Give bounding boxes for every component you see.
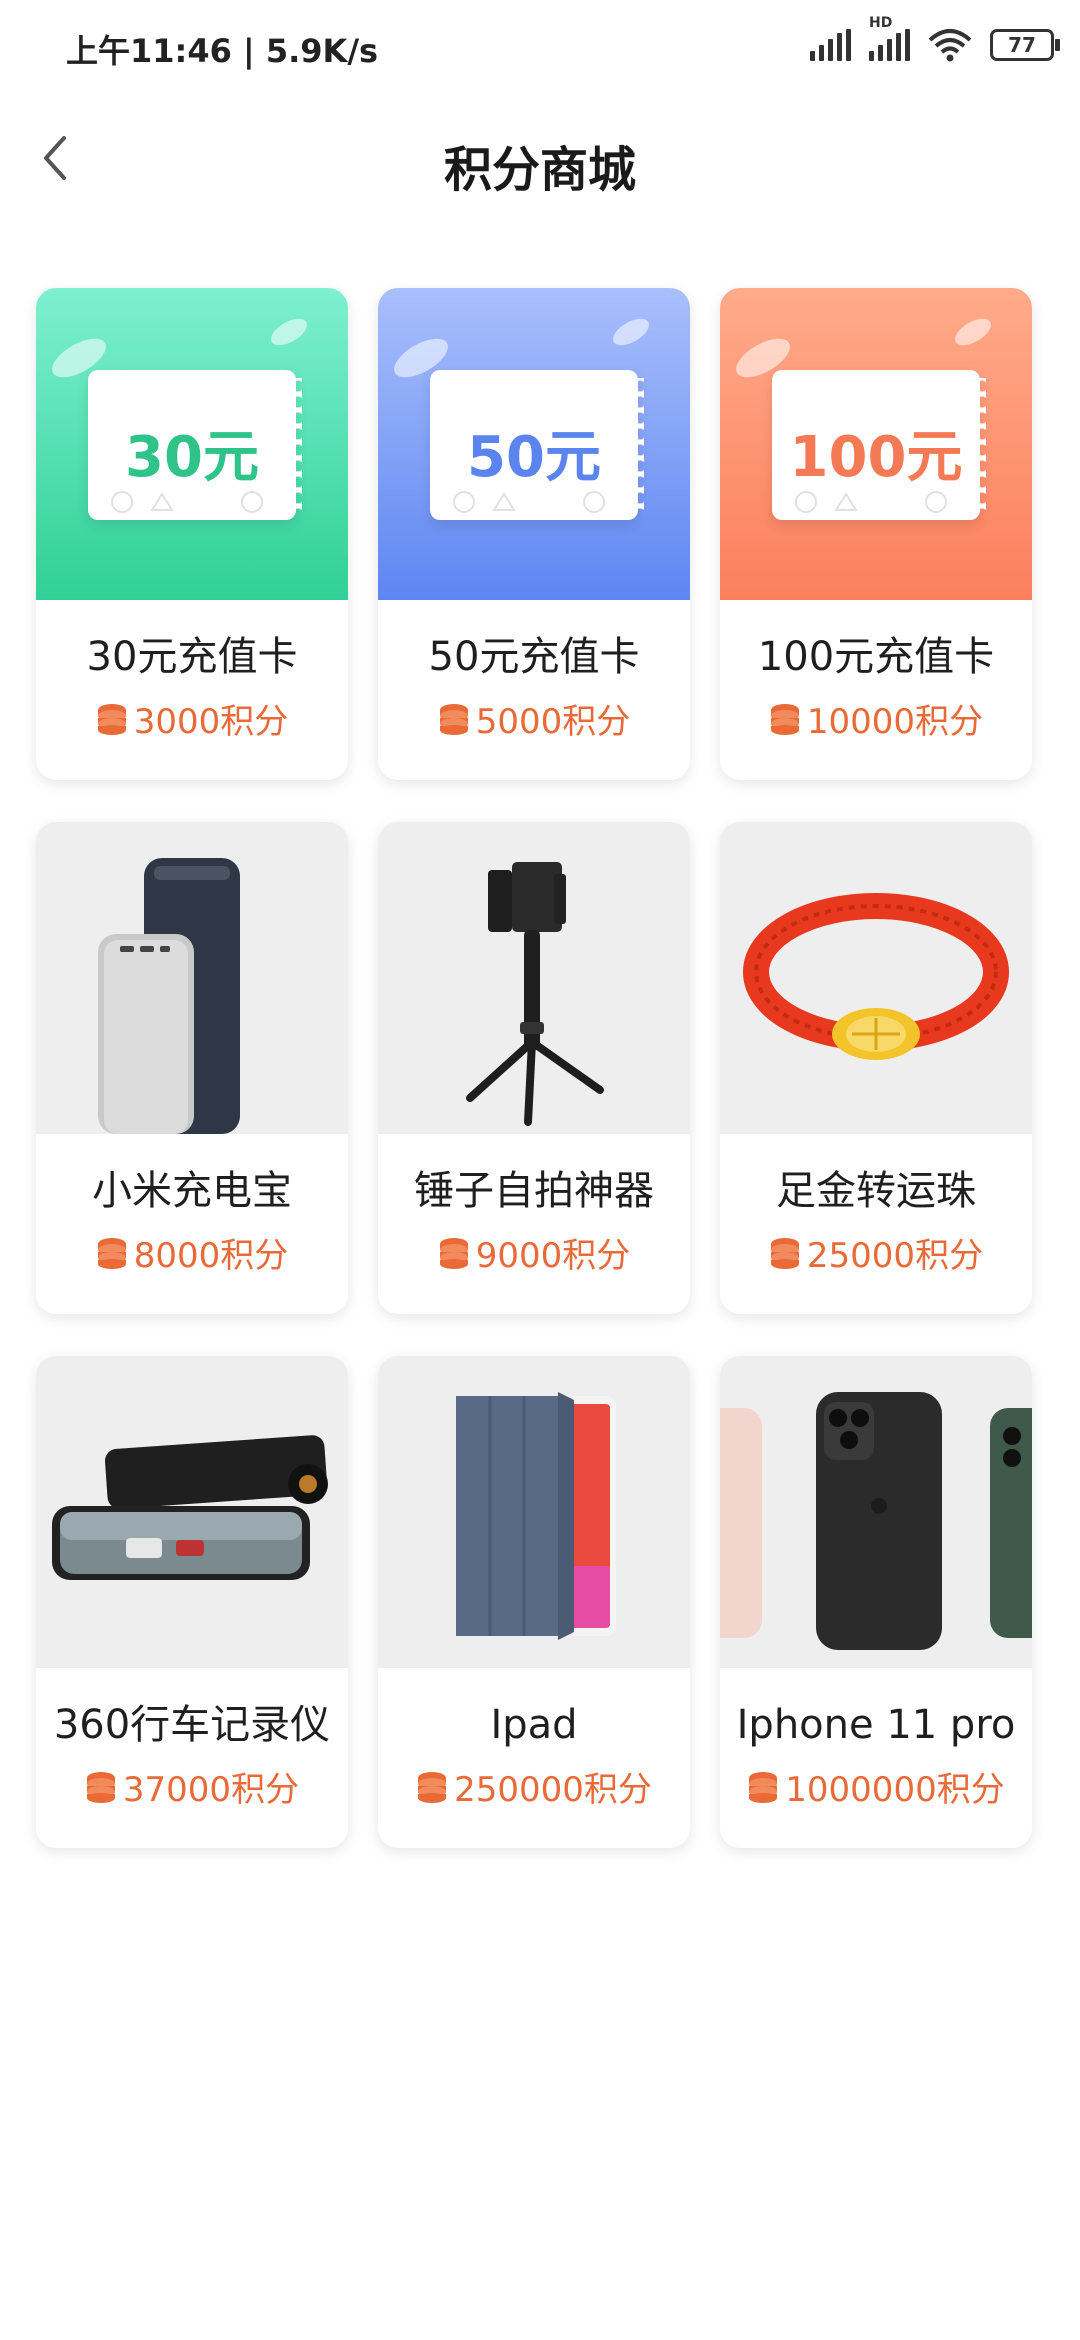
product-price: 3000积分	[36, 694, 348, 743]
points-label: 9000积分	[475, 1236, 631, 1276]
coins-icon	[770, 1237, 799, 1269]
product-price: 9000积分	[378, 1228, 690, 1277]
page-title: 积分商城	[443, 142, 636, 198]
product-card[interactable]: 足金转运珠 25000积分	[720, 822, 1032, 1314]
product-price: 10000积分	[720, 694, 1032, 743]
coin-decoration	[111, 491, 263, 513]
coins-icon	[770, 703, 799, 735]
product-name: Ipad	[490, 1702, 578, 1748]
coins-icon	[86, 1771, 115, 1803]
product-name: 足金转运珠	[776, 1168, 976, 1214]
points-label: 250000积分	[454, 1770, 652, 1810]
card-body: Iphone 11 pro 1000000积分	[720, 1668, 1032, 1848]
coins-icon	[97, 703, 126, 735]
coins-icon	[439, 1237, 468, 1269]
coins-icon	[418, 1771, 447, 1803]
product-price: 5000积分	[378, 694, 690, 743]
gold-bracelet-image	[720, 822, 1032, 1134]
coin-decoration	[795, 491, 947, 513]
product-card[interactable]: Iphone 11 pro 1000000积分	[720, 1356, 1032, 1848]
leaf-decoration	[612, 318, 650, 346]
product-price: 25000积分	[720, 1228, 1032, 1277]
voucher-value: 30元	[125, 425, 259, 490]
product-price: 8000积分	[36, 1228, 348, 1277]
product-name: 30元充值卡	[86, 634, 298, 680]
voucher-value: 100元	[789, 425, 963, 490]
product-name: 100元充值卡	[757, 634, 995, 680]
points-label: 25000积分	[806, 1236, 984, 1276]
voucher-card-image: 50元	[378, 288, 690, 600]
battery-icon: 77	[990, 29, 1060, 61]
status-time: 上午11:46 | 5.9K/s	[66, 32, 379, 70]
dash-cam-icon	[52, 1435, 328, 1580]
wifi-icon	[928, 29, 972, 62]
voucher: 100元	[772, 370, 986, 520]
header: 积分商城	[0, 100, 1080, 220]
card-body: 50元充值卡 5000积分	[378, 600, 690, 780]
product-card[interactable]: 小米充电宝 8000积分	[36, 822, 348, 1314]
power-bank-icon	[98, 858, 240, 1134]
dash-cam-image	[36, 1356, 348, 1668]
voucher-value: 50元	[467, 425, 601, 490]
card-body: Ipad 250000积分	[378, 1668, 690, 1848]
iphone-image	[720, 1356, 1032, 1668]
points-label: 37000积分	[122, 1770, 300, 1810]
voucher: 30元	[88, 370, 302, 520]
card-body: 360行车记录仪 37000积分	[36, 1668, 348, 1848]
points-label: 8000积分	[133, 1236, 289, 1276]
coins-icon	[97, 1237, 126, 1269]
card-body: 30元充值卡 3000积分	[36, 600, 348, 780]
ipad-icon	[456, 1392, 616, 1640]
selfie-stick-icon	[466, 862, 604, 1126]
product-card[interactable]: 100元 100元充值卡 10000积分	[720, 288, 1032, 780]
product-name: 小米充电宝	[92, 1168, 292, 1214]
product-price: 250000积分	[378, 1762, 690, 1811]
ipad-image	[378, 1356, 690, 1668]
status-icons: HD 77	[810, 15, 1060, 62]
gold-bracelet-icon	[743, 893, 1009, 1060]
signal-icon	[810, 29, 851, 61]
battery-level: 77	[1008, 33, 1036, 57]
voucher: 50元	[430, 370, 644, 520]
voucher-card-image: 30元	[36, 288, 348, 600]
card-body: 小米充电宝 8000积分	[36, 1134, 348, 1314]
product-card[interactable]: 360行车记录仪 37000积分	[36, 1356, 348, 1848]
card-body: 100元充值卡 10000积分	[720, 600, 1032, 780]
product-card[interactable]: 锤子自拍神器 9000积分	[378, 822, 690, 1314]
selfie-stick-image	[378, 822, 690, 1134]
coin-decoration	[453, 491, 605, 513]
power-bank-image	[36, 822, 348, 1134]
coins-icon	[439, 703, 468, 735]
points-label: 1000000积分	[785, 1770, 1005, 1810]
product-name: Iphone 11 pro	[736, 1702, 1016, 1748]
points-label: 5000积分	[475, 702, 631, 742]
network-label: HD	[869, 15, 893, 31]
product-name: 锤子自拍神器	[414, 1168, 654, 1214]
iphone-icon	[720, 1392, 1032, 1650]
product-name: 360行车记录仪	[53, 1702, 331, 1748]
card-body: 足金转运珠 25000积分	[720, 1134, 1032, 1314]
product-price: 37000积分	[36, 1762, 348, 1811]
product-grid: 30元 30元充值卡 3000积分 50元 50元充值卡 5000积分 100元…	[36, 288, 1044, 1848]
coins-icon	[749, 1771, 778, 1803]
product-name: 50元充值卡	[428, 634, 640, 680]
product-card[interactable]: 30元 30元充值卡 3000积分	[36, 288, 348, 780]
leaf-decoration	[270, 318, 308, 346]
product-card[interactable]: 50元 50元充值卡 5000积分	[378, 288, 690, 780]
card-body: 锤子自拍神器 9000积分	[378, 1134, 690, 1314]
voucher-card-image: 100元	[720, 288, 1032, 600]
product-price: 1000000积分	[720, 1762, 1032, 1811]
points-label: 3000积分	[133, 702, 289, 742]
signal-hd-icon: HD	[869, 15, 910, 61]
status-bar: 上午11:46 | 5.9K/s HD 77	[0, 0, 1080, 100]
product-card[interactable]: Ipad 250000积分	[378, 1356, 690, 1848]
leaf-decoration	[954, 318, 992, 346]
points-label: 10000积分	[806, 702, 984, 742]
